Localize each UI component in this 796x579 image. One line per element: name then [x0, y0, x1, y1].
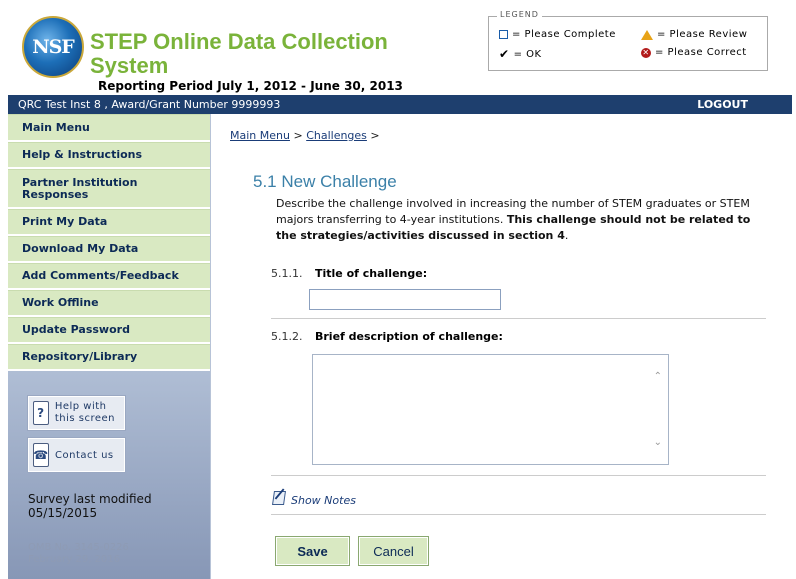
sidebar-item-update-password[interactable]: Update Password — [8, 317, 210, 344]
omb-date: February 29, 2016 — [28, 554, 121, 565]
help-screen-button[interactable]: ? Help with this screen — [27, 395, 126, 431]
omb-info: OMB No. 3145-0226 February 29, 2016 — [28, 542, 129, 566]
challenge-title-input[interactable] — [309, 289, 501, 310]
show-notes-label: Show Notes — [291, 494, 356, 507]
legend-review: = Please Review — [641, 29, 747, 40]
app-title: STEP Online Data Collection System — [90, 29, 388, 78]
challenge-description-textarea[interactable]: ⌃ ⌄ — [312, 354, 669, 465]
legend-review-label: = Please Review — [657, 29, 748, 40]
divider — [271, 318, 766, 319]
legend-title: LEGEND — [497, 10, 542, 19]
sidebar: Main Menu Help & Instructions Partner In… — [8, 114, 211, 579]
question-number: 5.1.1. — [271, 267, 303, 280]
help-screen-label: Help with this screen — [54, 401, 115, 424]
question-label: Brief description of challenge: — [315, 330, 503, 343]
sidebar-item-repository[interactable]: Repository/Library — [8, 344, 210, 371]
edit-note-icon — [272, 490, 286, 505]
sidebar-item-work-offline[interactable]: Work Offline — [8, 290, 210, 317]
omb-number: OMB No. 3145-0226 — [28, 542, 129, 553]
help-icon: ? — [33, 401, 49, 425]
breadcrumb-main-menu[interactable]: Main Menu — [230, 129, 290, 142]
warning-icon — [641, 29, 653, 40]
nsf-logo-text: NSF — [32, 36, 75, 58]
legend-ok: ✔ = OK — [499, 47, 542, 61]
legend-complete: = Please Complete — [499, 29, 616, 40]
breadcrumb-separator: > — [370, 129, 380, 142]
contact-us-label: Contact us — [55, 449, 114, 461]
square-icon — [499, 30, 508, 39]
description-end: . — [564, 229, 569, 242]
reporting-period: Reporting Period July 1, 2012 - June 30,… — [98, 79, 403, 93]
section-title: 5.1 New Challenge — [253, 172, 397, 191]
legend: LEGEND = Please Complete = Please Review… — [488, 10, 768, 71]
scroll-down-icon[interactable]: ⌄ — [654, 437, 662, 448]
section-description: Describe the challenge involved in incre… — [276, 196, 766, 244]
nsf-logo: NSF — [22, 16, 84, 78]
legend-correct-label: = Please Correct — [655, 47, 747, 58]
show-notes-link[interactable]: Show Notes — [272, 488, 356, 507]
sidebar-item-main-menu[interactable]: Main Menu — [8, 114, 210, 142]
sidebar-item-comments[interactable]: Add Comments/Feedback — [8, 263, 210, 290]
sidebar-item-download[interactable]: Download My Data — [8, 236, 210, 263]
breadcrumb-challenges[interactable]: Challenges — [306, 129, 367, 142]
legend-ok-label: = OK — [513, 48, 542, 60]
question-number: 5.1.2. — [271, 330, 303, 343]
logout-link[interactable]: LOGOUT — [697, 98, 748, 111]
scroll-up-icon[interactable]: ⌃ — [654, 371, 662, 382]
legend-complete-label: = Please Complete — [512, 29, 616, 40]
sidebar-item-partner-institution[interactable]: Partner Institution Responses — [8, 169, 210, 209]
sidebar-item-help[interactable]: Help & Instructions — [8, 142, 210, 169]
user-info: QRC Test Inst 8 , Award/Grant Number 999… — [18, 98, 281, 111]
survey-modified: Survey last modified 05/15/2015 — [28, 492, 152, 520]
survey-modified-date: 05/15/2015 — [28, 506, 98, 520]
divider — [271, 475, 766, 476]
save-button[interactable]: Save — [275, 536, 350, 566]
sidebar-item-print[interactable]: Print My Data — [8, 209, 210, 236]
question-label: Title of challenge: — [315, 267, 428, 280]
divider — [271, 514, 766, 515]
contact-us-button[interactable]: ☎ Contact us — [27, 437, 126, 473]
checkmark-icon: ✔ — [499, 47, 510, 61]
top-bar: QRC Test Inst 8 , Award/Grant Number 999… — [8, 95, 792, 114]
breadcrumb: Main Menu > Challenges > — [230, 129, 380, 142]
phone-icon: ☎ — [33, 443, 49, 467]
header: NSF STEP Online Data Collection System R… — [8, 6, 792, 95]
sidebar-menu: Main Menu Help & Instructions Partner In… — [8, 114, 210, 371]
cancel-button[interactable]: Cancel — [358, 536, 429, 566]
error-icon: ✕ — [641, 47, 651, 58]
survey-modified-label: Survey last modified — [28, 492, 152, 506]
breadcrumb-separator: > — [293, 129, 303, 142]
legend-correct: ✕ = Please Correct — [641, 47, 747, 58]
